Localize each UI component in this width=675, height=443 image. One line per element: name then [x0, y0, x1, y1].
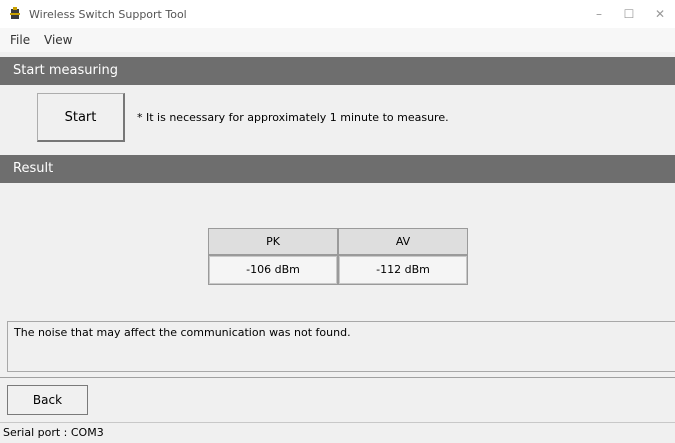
minimize-button[interactable]: – — [589, 4, 609, 24]
av-column-header: AV — [338, 228, 468, 255]
window-title: Wireless Switch Support Tool — [29, 8, 187, 21]
measure-note: * It is necessary for approximately 1 mi… — [137, 111, 449, 124]
menu-view[interactable]: View — [44, 33, 72, 47]
av-value: -112 dBm — [338, 255, 468, 285]
menu-file[interactable]: File — [10, 33, 30, 47]
serial-port-status: Serial port : COM3 — [3, 426, 104, 439]
result-message: The noise that may affect the communicat… — [14, 326, 351, 339]
result-section-header: Result — [0, 155, 675, 183]
result-message-box: The noise that may affect the communicat… — [7, 321, 675, 372]
close-button[interactable]: ✕ — [650, 4, 670, 24]
status-bar: Serial port : COM3 — [0, 422, 675, 443]
pk-value: -106 dBm — [208, 255, 338, 285]
title-bar: Wireless Switch Support Tool – ☐ ✕ — [0, 0, 675, 28]
back-button[interactable]: Back — [7, 385, 88, 415]
app-icon — [10, 7, 20, 19]
pk-column-header: PK — [208, 228, 338, 255]
start-button[interactable]: Start — [37, 93, 125, 142]
start-section-header: Start measuring — [0, 57, 675, 85]
maximize-button[interactable]: ☐ — [619, 4, 639, 24]
footer-divider — [0, 377, 675, 378]
menu-bar: File View — [0, 28, 675, 52]
